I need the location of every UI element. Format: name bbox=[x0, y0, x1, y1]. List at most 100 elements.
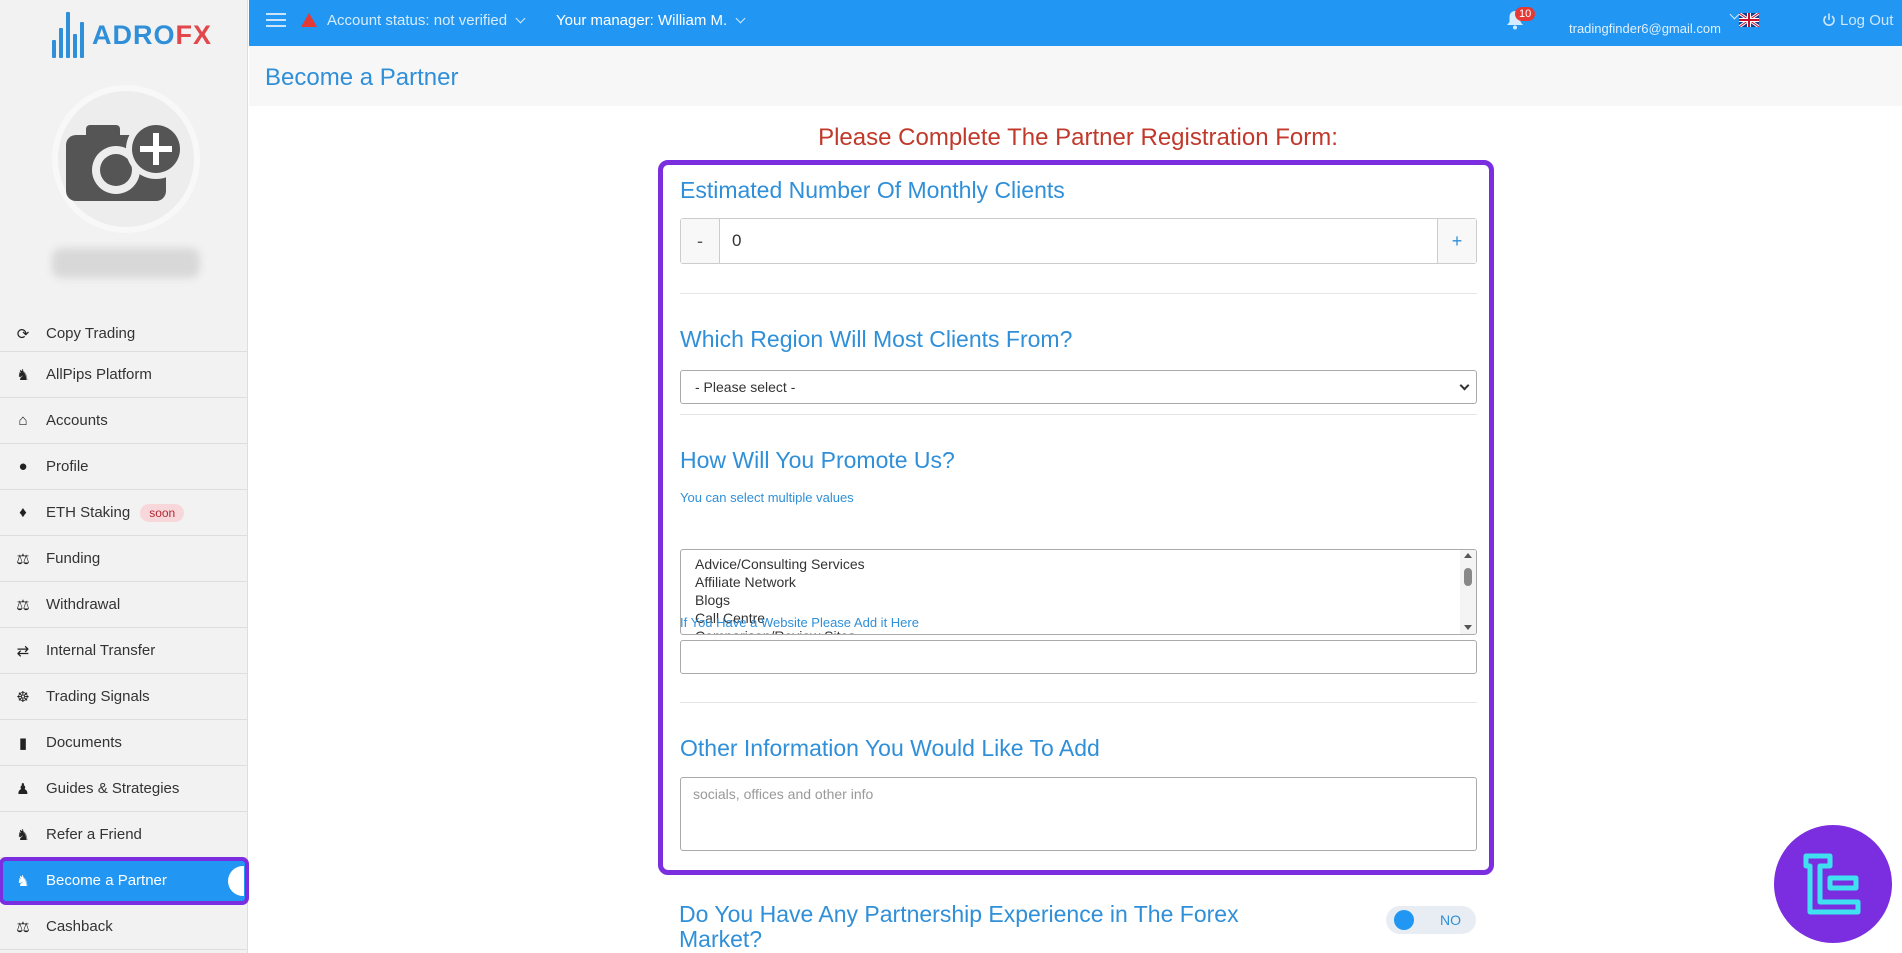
logo-text-fx: FX bbox=[175, 19, 213, 50]
user-email-dropdown[interactable]: tradingfinder6@gmail.com bbox=[1569, 0, 1740, 40]
sidebar-item-label: ETH Staking bbox=[46, 504, 131, 521]
other-info-textarea[interactable]: socials, offices and other info bbox=[680, 777, 1477, 851]
logout-label: Log Out bbox=[1840, 11, 1894, 29]
website-label: If You Have a Website Please Add it Here bbox=[680, 615, 919, 630]
guides-icon: ♟ bbox=[16, 780, 30, 798]
adrofx-logo[interactable]: ADROFX bbox=[52, 10, 212, 60]
sidebar-menu: ⟳ Copy Trading ♞ AllPips Platform ⌂ Accounts ●… bbox=[0, 316, 249, 950]
sidebar-item-profile[interactable]: ● Profile bbox=[0, 444, 248, 490]
sidebar-item-eth-staking[interactable]: ♦ ETH Staking soon bbox=[0, 490, 248, 536]
sidebar-item-allpips-platform[interactable]: ♞ AllPips Platform bbox=[0, 352, 248, 398]
blurred-username bbox=[52, 248, 200, 278]
tradingfinder-watermark-logo bbox=[1774, 825, 1892, 943]
sidebar-item-internal-transfer[interactable]: ⇄ Internal Transfer bbox=[0, 628, 248, 674]
divider bbox=[680, 414, 1477, 415]
promote-hint: You can select multiple values bbox=[680, 490, 854, 505]
page-title: Become a Partner bbox=[265, 64, 459, 91]
sidebar-item-label: Documents bbox=[46, 734, 122, 751]
ethereum-icon: ♦ bbox=[19, 504, 27, 521]
user-icon: ● bbox=[18, 458, 28, 475]
top-bar: Account status: not verified Your manage… bbox=[249, 0, 1902, 46]
sidebar: ADROFX ⟳ Copy Trading ♞ AllPips Platform ⌂ Ac… bbox=[0, 0, 249, 953]
cashback-icon: ⚖ bbox=[16, 918, 30, 936]
region-question: Which Region Will Most Clients From? bbox=[680, 326, 1073, 352]
logo-text-adro: ADRO bbox=[92, 19, 176, 50]
warning-icon bbox=[301, 13, 317, 27]
manager-dropdown[interactable]: Your manager: William M. bbox=[556, 0, 746, 40]
account-status[interactable]: Account status: not verified bbox=[301, 0, 526, 40]
region-select[interactable]: - Please select - bbox=[680, 370, 1477, 404]
logout-button[interactable]: Log Out bbox=[1822, 0, 1893, 40]
partner-icon: ♞ bbox=[16, 872, 30, 890]
increment-button[interactable]: + bbox=[1438, 219, 1476, 263]
sidebar-item-label: Copy Trading bbox=[46, 325, 136, 342]
toggle-label: NO bbox=[1440, 912, 1461, 928]
other-info-placeholder: socials, offices and other info bbox=[693, 786, 874, 802]
experience-toggle[interactable]: NO bbox=[1386, 906, 1476, 934]
toggle-knob bbox=[1394, 910, 1414, 930]
chevron-down-icon bbox=[735, 13, 746, 23]
account-status-text: Account status: not verified bbox=[327, 11, 508, 29]
region-selected-value: - Please select - bbox=[695, 379, 796, 395]
sidebar-item-copy-trading[interactable]: ⟳ Copy Trading bbox=[0, 316, 248, 352]
tf-logo-icon bbox=[1803, 853, 1861, 915]
sidebar-item-documents[interactable]: ▮ Documents bbox=[0, 720, 248, 766]
camera-plus-icon bbox=[66, 119, 186, 201]
sidebar-item-label: Trading Signals bbox=[46, 688, 150, 705]
avatar-upload[interactable] bbox=[52, 85, 200, 233]
sidebar-item-label: Profile bbox=[46, 458, 89, 475]
language-selector[interactable] bbox=[1739, 0, 1761, 40]
monthly-clients-question: Estimated Number Of Monthly Clients bbox=[680, 177, 1065, 203]
monthly-clients-input[interactable]: 0 bbox=[719, 219, 1438, 263]
chevron-down-icon bbox=[515, 13, 526, 23]
monthly-clients-stepper: - 0 + bbox=[680, 218, 1477, 264]
copy-trading-icon: ⟳ bbox=[16, 325, 30, 343]
sidebar-item-label: AllPips Platform bbox=[46, 366, 152, 383]
sidebar-item-become-a-partner[interactable]: ♞ Become a Partner bbox=[0, 857, 249, 905]
sidebar-item-guides-strategies[interactable]: ♟ Guides & Strategies bbox=[0, 766, 248, 812]
sidebar-item-label: Become a Partner bbox=[46, 872, 167, 889]
promote-option[interactable]: Blogs bbox=[695, 591, 1476, 609]
form-heading: Please Complete The Partner Registration… bbox=[818, 124, 1338, 151]
uk-flag-icon bbox=[1739, 13, 1759, 27]
sidebar-item-label: Funding bbox=[46, 550, 101, 567]
chevron-down-icon bbox=[1459, 380, 1470, 391]
sidebar-item-label: Refer a Friend bbox=[46, 826, 142, 843]
document-icon: ▮ bbox=[18, 734, 28, 752]
sidebar-item-cashback[interactable]: ⚖ Cashback bbox=[0, 904, 248, 950]
experience-question: Do You Have Any Partnership Experience i… bbox=[679, 901, 1239, 952]
sidebar-item-label: Internal Transfer bbox=[46, 642, 156, 659]
website-input[interactable] bbox=[680, 640, 1477, 674]
sidebar-item-withdrawal[interactable]: ⚖ Withdrawal bbox=[0, 582, 248, 628]
sidebar-item-label: Guides & Strategies bbox=[46, 780, 180, 797]
decrement-button[interactable]: - bbox=[681, 219, 719, 263]
soon-badge: soon bbox=[140, 503, 185, 522]
chevron-down-icon bbox=[1729, 9, 1740, 19]
home-icon: ⌂ bbox=[18, 412, 28, 429]
partner-registration-form: Estimated Number Of Monthly Clients - 0 … bbox=[658, 160, 1494, 875]
withdrawal-icon: ⚖ bbox=[16, 596, 30, 614]
funding-icon: ⚖ bbox=[16, 550, 30, 568]
other-info-question: Other Information You Would Like To Add bbox=[680, 735, 1100, 761]
sidebar-item-accounts[interactable]: ⌂ Accounts bbox=[0, 398, 248, 444]
scroll-up-icon[interactable] bbox=[1464, 553, 1472, 558]
page-header: Become a Partner bbox=[249, 46, 1902, 106]
signals-icon: ☸ bbox=[16, 688, 30, 706]
sidebar-item-trading-signals[interactable]: ☸ Trading Signals bbox=[0, 674, 248, 720]
sidebar-item-label: Withdrawal bbox=[46, 596, 121, 613]
sidebar-item-label: Cashback bbox=[46, 918, 113, 935]
sidebar-item-label: Accounts bbox=[46, 412, 108, 429]
promote-option[interactable]: Affiliate Network bbox=[695, 573, 1476, 591]
notification-count-badge: 10 bbox=[1515, 7, 1536, 21]
user-email: tradingfinder6@gmail.com bbox=[1569, 20, 1721, 36]
power-icon bbox=[1823, 13, 1835, 26]
hamburger-menu-icon[interactable] bbox=[265, 0, 287, 40]
promote-option[interactable]: Advice/Consulting Services bbox=[695, 555, 1476, 573]
scrollbar-thumb[interactable] bbox=[1464, 568, 1472, 586]
divider bbox=[680, 293, 1477, 294]
divider bbox=[680, 702, 1477, 703]
logo-bars-icon bbox=[52, 12, 84, 58]
sidebar-item-refer-a-friend[interactable]: ♞ Refer a Friend bbox=[0, 812, 248, 858]
platform-icon: ♞ bbox=[16, 366, 30, 384]
sidebar-item-funding[interactable]: ⚖ Funding bbox=[0, 536, 248, 582]
